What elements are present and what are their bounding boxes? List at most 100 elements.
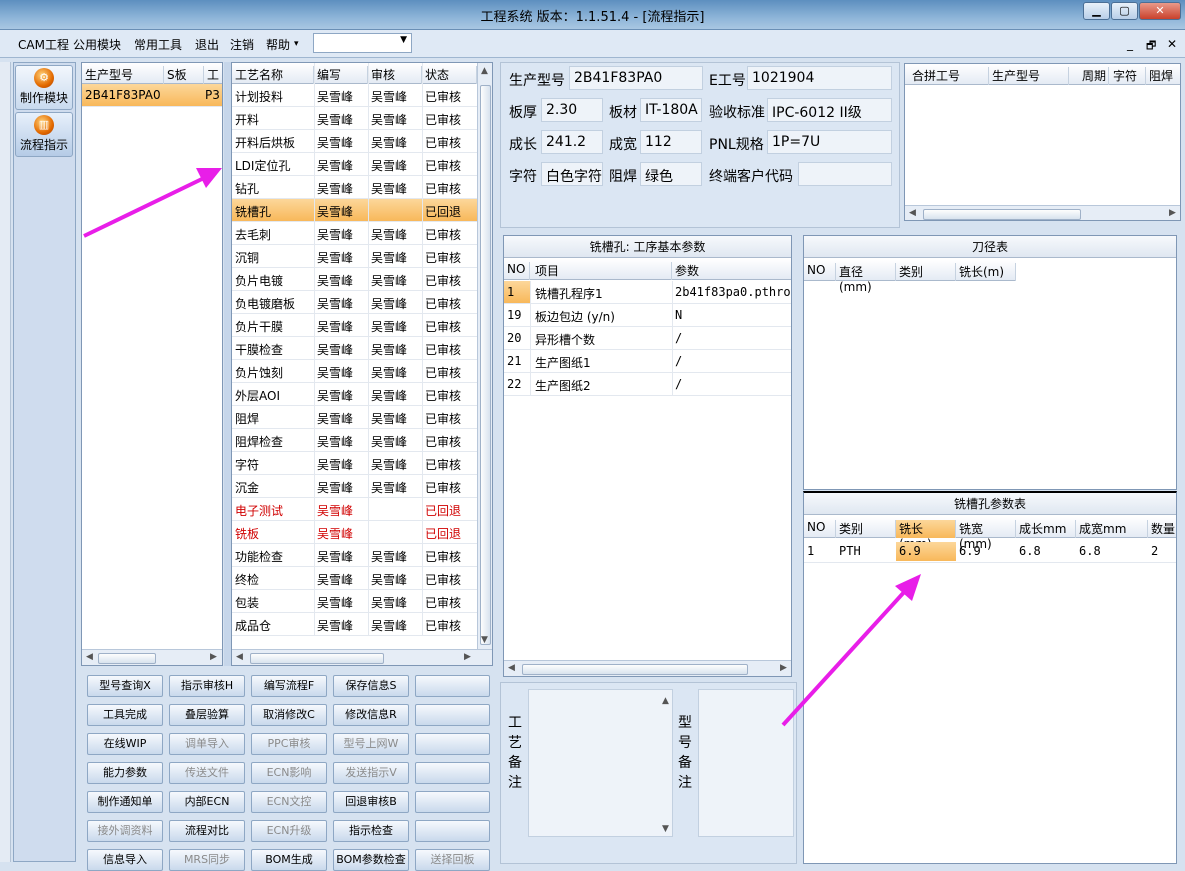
table-row[interactable]: 去毛刺 吴雪峰 吴雪峰 已审核	[232, 222, 477, 245]
scroll-down-icon[interactable]: ▼	[662, 824, 669, 834]
col-header[interactable]: 直径(mm)	[836, 263, 896, 294]
action-button[interactable]: ECN文控	[251, 791, 327, 813]
model-field[interactable]: 2B41F83PA0	[569, 66, 703, 90]
action-button[interactable]: 制作通知单	[87, 791, 163, 813]
action-button[interactable]: 回退审核B	[333, 791, 409, 813]
length-field[interactable]: 241.2	[541, 130, 603, 154]
help-dropdown-icon[interactable]: ▾	[294, 39, 299, 49]
mask-field[interactable]: 绿色	[640, 162, 702, 186]
table-row[interactable]: 干膜检查 吴雪峰 吴雪峰 已审核	[232, 337, 477, 360]
table-row[interactable]: 包装 吴雪峰 吴雪峰 已审核	[232, 590, 477, 613]
action-button[interactable]	[415, 704, 490, 726]
params-hscroll[interactable]: ◀ ▶	[504, 660, 791, 676]
col-header[interactable]: NO	[804, 520, 836, 538]
col-header[interactable]: 编写	[314, 66, 368, 84]
scroll-right-icon[interactable]: ▶	[464, 652, 471, 662]
char-field[interactable]: 白色字符	[541, 162, 603, 186]
action-button[interactable]: 能力参数	[87, 762, 163, 784]
action-button[interactable]: 型号上网W	[333, 733, 409, 755]
eno-field[interactable]: 1021904	[747, 66, 892, 90]
table-row[interactable]: 20 异形槽个数 /	[504, 327, 791, 350]
action-button[interactable]	[415, 733, 490, 755]
action-button[interactable]: 保存信息S	[333, 675, 409, 697]
col-header[interactable]: 类别	[896, 263, 956, 281]
col-header[interactable]: 铣长(m)	[956, 263, 1016, 281]
table-row[interactable]: 1 PTH 6.9 6.9 6.8 6.8 2	[804, 540, 1176, 563]
table-row[interactable]: 负片蚀刻 吴雪峰 吴雪峰 已审核	[232, 360, 477, 383]
table-row[interactable]: 铣槽孔 吴雪峰 已回退	[232, 199, 477, 222]
action-button[interactable]: 指示审核H	[169, 675, 245, 697]
scroll-right-icon[interactable]: ▶	[210, 652, 217, 662]
col-header[interactable]: 成长mm	[1016, 520, 1076, 538]
action-button[interactable]: 调单导入	[169, 733, 245, 755]
table-row[interactable]: LDI定位孔 吴雪峰 吴雪峰 已审核	[232, 153, 477, 176]
action-button[interactable]: 信息导入	[87, 849, 163, 871]
action-button[interactable]: PPC审核	[251, 733, 327, 755]
process-hscroll[interactable]: ◀ ▶	[232, 649, 492, 665]
action-button[interactable]: MRS同步	[169, 849, 245, 871]
action-button[interactable]: 型号查询X	[87, 675, 163, 697]
table-row[interactable]: 沉铜 吴雪峰 吴雪峰 已审核	[232, 245, 477, 268]
mdi-restore-icon[interactable]: 🗗	[1146, 37, 1156, 56]
table-row[interactable]: 1 铣槽孔程序1 2b41f83pa0.pthrou	[504, 281, 791, 304]
col-header[interactable]: 字符	[1110, 67, 1146, 85]
table-row[interactable]: 电子测试 吴雪峰 已回退	[232, 498, 477, 521]
splitter[interactable]	[224, 62, 231, 666]
close-button[interactable]: ✕	[1139, 2, 1181, 20]
col-header[interactable]: NO	[504, 262, 530, 280]
pnl-field[interactable]: 1P=7U	[767, 130, 892, 154]
thickness-field[interactable]: 2.30	[541, 98, 603, 122]
table-row[interactable]: 计划投料 吴雪峰 吴雪峰 已审核	[232, 84, 477, 107]
table-row[interactable]: 铣板 吴雪峰 已回退	[232, 521, 477, 544]
table-row[interactable]: 字符 吴雪峰 吴雪峰 已审核	[232, 452, 477, 475]
cell-mill-length[interactable]: 6.9	[896, 542, 956, 561]
scroll-left-icon[interactable]: ◀	[236, 652, 243, 662]
mdi-minimize-icon[interactable]: _	[1127, 37, 1133, 51]
col-header[interactable]: 成宽mm	[1076, 520, 1148, 538]
menu-logout[interactable]: 注销	[230, 36, 254, 53]
action-button[interactable]	[415, 675, 490, 697]
action-button[interactable]: 流程对比	[169, 820, 245, 842]
col-header[interactable]: 铣宽(mm)	[956, 520, 1016, 551]
customer-field[interactable]	[798, 162, 892, 186]
menu-common-tools[interactable]: 常用工具	[134, 36, 182, 53]
mdi-close-icon[interactable]: ✕	[1167, 37, 1177, 51]
action-button[interactable]: ECN影响	[251, 762, 327, 784]
scroll-thumb[interactable]	[522, 664, 748, 675]
nav-make-module-button[interactable]: ⚙ 制作模块	[15, 65, 73, 110]
col-header[interactable]: 阻焊	[1146, 67, 1180, 85]
col-header[interactable]: 工	[204, 66, 222, 84]
maximize-button[interactable]: ▢	[1111, 2, 1138, 20]
action-button[interactable]: BOM参数检查	[333, 849, 409, 871]
action-button[interactable]: 内部ECN	[169, 791, 245, 813]
action-button[interactable]: 修改信息R	[333, 704, 409, 726]
menu-combo[interactable]: ▼	[313, 33, 412, 53]
minimize-button[interactable]: ▁	[1083, 2, 1110, 20]
menu-common-modules[interactable]: 公用模块	[73, 36, 121, 53]
scroll-left-icon[interactable]: ◀	[508, 663, 515, 673]
table-row[interactable]: 开料后烘板 吴雪峰 吴雪峰 已审核	[232, 130, 477, 153]
col-header[interactable]: 类别	[836, 520, 896, 538]
col-header[interactable]: 项目	[532, 262, 672, 280]
merge-hscroll[interactable]: ◀ ▶	[905, 205, 1180, 220]
scroll-left-icon[interactable]: ◀	[909, 208, 916, 218]
model-note-field[interactable]	[698, 689, 794, 837]
table-row[interactable]: 2B41F83PA0 P3	[82, 84, 222, 107]
table-row[interactable]: 21 生产图纸1 /	[504, 350, 791, 373]
col-header[interactable]: 合拼工号	[909, 67, 989, 85]
action-button[interactable]	[415, 762, 490, 784]
col-header-selected[interactable]: 铣长(mm)	[896, 520, 956, 551]
scroll-left-icon[interactable]: ◀	[86, 652, 93, 662]
scroll-thumb[interactable]	[98, 653, 156, 664]
table-row[interactable]: 负片干膜 吴雪峰 吴雪峰 已审核	[232, 314, 477, 337]
scroll-right-icon[interactable]: ▶	[780, 663, 787, 673]
model-list-hscroll[interactable]: ◀ ▶	[82, 649, 222, 665]
material-field[interactable]: IT-180A	[640, 98, 702, 122]
menu-help[interactable]: 帮助	[266, 36, 290, 53]
menu-exit[interactable]: 退出	[195, 36, 219, 53]
col-header[interactable]: 生产型号	[82, 66, 164, 84]
col-header[interactable]: NO	[804, 263, 836, 281]
col-header[interactable]: S板	[164, 66, 204, 84]
action-button[interactable]: 取消修改C	[251, 704, 327, 726]
table-row[interactable]: 外层AOI 吴雪峰 吴雪峰 已审核	[232, 383, 477, 406]
